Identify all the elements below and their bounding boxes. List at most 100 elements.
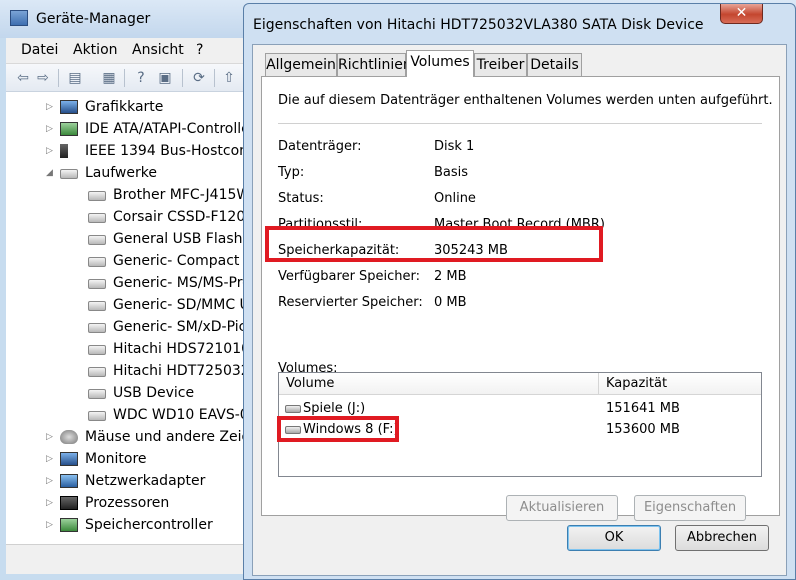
tree-device-item[interactable]: Corsair CSSD-F120GB <box>6 206 250 228</box>
separator <box>278 123 762 124</box>
tree-item-label: Generic- SD/MMC USB <box>113 297 250 313</box>
property-label: Verfügbarer Speicher: <box>278 269 421 284</box>
menu-action[interactable]: Aktion <box>73 42 118 58</box>
cancel-button[interactable]: Abbrechen <box>675 525 769 551</box>
help-icon[interactable]: ? <box>132 69 150 87</box>
drive-category-icon <box>60 169 78 179</box>
show-hide-tree-icon[interactable]: ▤ <box>66 69 84 87</box>
expand-arrow-icon[interactable]: ▷ <box>46 448 56 470</box>
tree-device-item[interactable]: General USB Flash Disk <box>6 228 250 250</box>
tab-allgemein[interactable]: Allgemein <box>265 53 337 76</box>
volume-icon <box>285 405 301 413</box>
tree-item-label: Hitachi HDS721010C <box>113 341 250 357</box>
network-adapter-icon <box>60 474 78 488</box>
column-header-capacity[interactable]: Kapazität <box>606 376 667 391</box>
volume-list-header: Volume Kapazität <box>279 373 761 395</box>
tree-category-item[interactable]: ▷ Grafikkarte <box>6 96 250 118</box>
tree-item-label: Prozessoren <box>85 495 170 511</box>
tree-device-item[interactable]: Brother MFC-J415W <box>6 184 250 206</box>
property-label: Status: <box>278 191 324 206</box>
forward-arrow-icon[interactable]: ⇨ <box>34 69 52 87</box>
update-driver-icon[interactable]: ⇧ <box>220 69 238 87</box>
tree-category-item[interactable]: ▷ Netzwerkadapter <box>6 470 250 492</box>
property-label: Datenträger: <box>278 139 362 154</box>
menu-file[interactable]: Datei <box>21 42 58 58</box>
tree-category-item[interactable]: ▷ IDE ATA/ATAPI-Controller <box>6 118 250 140</box>
expand-arrow-icon[interactable]: ▷ <box>46 426 56 448</box>
ok-button[interactable]: OK <box>567 525 661 551</box>
tree-device-item[interactable]: Generic- Compact Flash <box>6 250 250 272</box>
column-divider[interactable] <box>598 373 599 395</box>
dialog-title: Eigenschaften von Hitachi HDT725032VLA38… <box>253 17 704 33</box>
drive-icon <box>88 257 106 267</box>
tree-category-item[interactable]: ▷ Prozessoren <box>6 492 250 514</box>
tree-item-label: Laufwerke <box>85 165 157 181</box>
tree-device-item[interactable]: Generic- SD/MMC USB <box>6 294 250 316</box>
expand-arrow-icon[interactable]: ▷ <box>46 492 56 514</box>
volume-properties-button[interactable]: Eigenschaften <box>634 495 746 521</box>
storage-controller-icon <box>60 518 78 532</box>
ieee1394-icon <box>60 144 68 158</box>
back-arrow-icon[interactable]: ⇦ <box>14 69 32 87</box>
menu-help[interactable]: ? <box>196 42 203 58</box>
tree-category-item[interactable]: ▷ IEEE 1394 Bus-Hostcontroller <box>6 140 250 162</box>
toolbar-separator <box>214 69 215 87</box>
device-tree[interactable]: ▷ Grafikkarte ▷ IDE ATA/ATAPI-Controller ▷ IE… <box>6 92 250 544</box>
tree-category-item[interactable]: ▷ Monitore <box>6 448 250 470</box>
intro-text: Die auf diesem Datenträger enthaltenen V… <box>278 93 773 108</box>
volume-capacity: 153600 MB <box>606 422 680 437</box>
tree-device-item[interactable]: USB Device <box>6 382 250 404</box>
properties-dialog: Eigenschaften von Hitachi HDT725032VLA38… <box>243 3 796 580</box>
tree-item-label: Generic- Compact Flash <box>113 253 250 269</box>
view-icon[interactable]: ▣ <box>156 69 174 87</box>
properties-icon[interactable]: ▦ <box>100 69 118 87</box>
toolbar-separator <box>182 69 183 87</box>
tree-item-label: Generic- MS/MS-Pro <box>113 275 250 291</box>
tab-treiber[interactable]: Treiber <box>474 53 527 76</box>
property-value: Online <box>434 191 476 206</box>
drive-icon <box>88 279 106 289</box>
device-manager-app-icon <box>10 10 28 26</box>
column-header-volume[interactable]: Volume <box>286 376 334 391</box>
tree-item-label: Grafikkarte <box>85 99 164 115</box>
expand-arrow-icon[interactable]: ▷ <box>46 118 56 140</box>
scan-hardware-icon[interactable]: ⟳ <box>190 69 208 87</box>
toolbar-separator <box>124 69 125 87</box>
tree-device-item[interactable]: Hitachi HDT725032V <box>6 360 250 382</box>
expand-arrow-icon[interactable]: ▷ <box>46 140 56 162</box>
property-label: Typ: <box>278 165 305 180</box>
tab-volumes[interactable]: Volumes <box>406 50 474 77</box>
drive-icon <box>88 389 106 399</box>
tab-richtlinien[interactable]: Richtlinien <box>337 53 412 76</box>
tree-category-item[interactable]: ▷ Mäuse und andere Zeigegeräte <box>6 426 250 448</box>
tree-device-item[interactable]: Hitachi HDS721010C <box>6 338 250 360</box>
display-adapter-icon <box>60 100 78 114</box>
tree-device-item[interactable]: Generic- SM/xD-Picture <box>6 316 250 338</box>
windows-volume-highlight <box>277 416 399 442</box>
menu-view[interactable]: Ansicht <box>132 42 184 58</box>
collapse-arrow-icon[interactable]: ◢ <box>46 162 56 184</box>
tree-item-label: Monitore <box>85 451 147 467</box>
monitor-icon <box>60 452 78 466</box>
property-value: Disk 1 <box>434 139 475 154</box>
tree-device-item[interactable]: WDC WD10 EAVS-00 <box>6 404 250 426</box>
expand-arrow-icon[interactable]: ▷ <box>46 470 56 492</box>
ide-controller-icon <box>60 122 78 136</box>
drive-icon <box>88 411 106 421</box>
refresh-button[interactable]: Aktualisieren <box>506 495 618 521</box>
tree-item-label: Generic- SM/xD-Picture <box>113 319 250 335</box>
tab-details[interactable]: Details <box>527 53 582 76</box>
close-button[interactable]: ✕ <box>720 4 763 24</box>
tab-label: Richtlinien <box>338 57 412 73</box>
tree-device-item[interactable]: Generic- MS/MS-Pro <box>6 272 250 294</box>
tab-label: Volumes <box>410 54 470 70</box>
volume-list[interactable]: Volume Kapazität Spiele (J:) 151641 MB W… <box>277 372 762 477</box>
tree-item-label: Speichercontroller <box>85 517 213 533</box>
tree-item-label: Netzwerkadapter <box>85 473 206 489</box>
tree-category-item[interactable]: ▷ Speichercontroller <box>6 514 250 536</box>
property-value: Basis <box>434 165 469 180</box>
tree-category-item[interactable]: ◢ Laufwerke <box>6 162 250 184</box>
property-value: 2 MB <box>434 269 467 284</box>
expand-arrow-icon[interactable]: ▷ <box>46 514 56 536</box>
expand-arrow-icon[interactable]: ▷ <box>46 96 56 118</box>
